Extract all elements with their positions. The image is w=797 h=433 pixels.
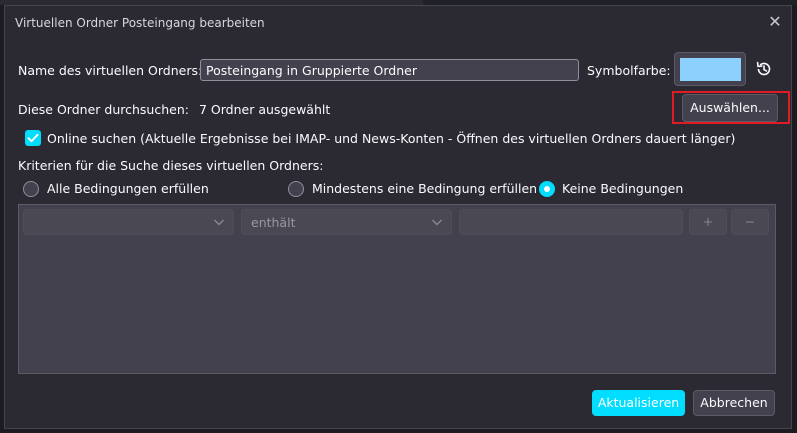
dialog-titlebar: Virtuellen Ordner Posteingang bearbeiten… [5,6,791,39]
online-search-label: Online suchen (Aktuelle Ergebnisse bei I… [47,131,736,146]
match-value-input[interactable] [459,209,683,235]
radio-match-all-label: Alle Bedingungen erfüllen [47,181,209,196]
search-terms-list: enthält + − [18,204,776,374]
checkmark-icon [27,133,39,143]
icon-color-label: Symbolfarbe: [587,63,671,78]
close-icon[interactable]: ✕ [765,12,785,32]
icon-color-button[interactable] [674,52,746,86]
radio-match-any-label: Mindestens eine Bedingung erfüllen [312,181,538,196]
criteria-heading: Kriterien für die Suche dieses virtuelle… [18,158,324,173]
choose-folders-button[interactable]: Auswählen... [682,94,778,122]
chevron-down-icon [432,219,442,226]
radio-no-conditions[interactable] [539,181,555,197]
cancel-button-label: Abbrechen [700,395,768,410]
operator-dropdown[interactable]: enthält [241,209,452,235]
update-button[interactable]: Aktualisieren [592,390,685,416]
selected-folders-value: 7 Ordner ausgewählt [199,102,331,117]
radio-match-all[interactable] [23,181,39,197]
chevron-down-icon [214,219,224,226]
operator-dropdown-value: enthält [251,215,296,230]
cancel-button[interactable]: Abbrechen [693,390,775,416]
virtual-folder-dialog: Virtuellen Ordner Posteingang bearbeiten… [4,5,792,429]
attribute-dropdown[interactable] [23,209,234,235]
radio-no-conditions-label: Keine Bedingungen [562,181,684,196]
remove-term-button[interactable]: − [731,209,769,235]
choose-folders-label: Auswählen... [690,100,770,115]
folder-name-input[interactable] [200,59,579,81]
update-button-label: Aktualisieren [597,395,680,410]
color-swatch [680,58,741,81]
online-search-checkbox[interactable] [25,130,41,146]
dialog-title: Virtuellen Ordner Posteingang bearbeiten [15,16,265,30]
add-term-button[interactable]: + [689,209,727,235]
search-folders-label: Diese Ordner durchsuchen: [18,102,189,117]
radio-match-any[interactable] [288,181,304,197]
folder-name-label: Name des virtuellen Ordners: [18,63,203,78]
reset-icon[interactable] [754,59,774,79]
